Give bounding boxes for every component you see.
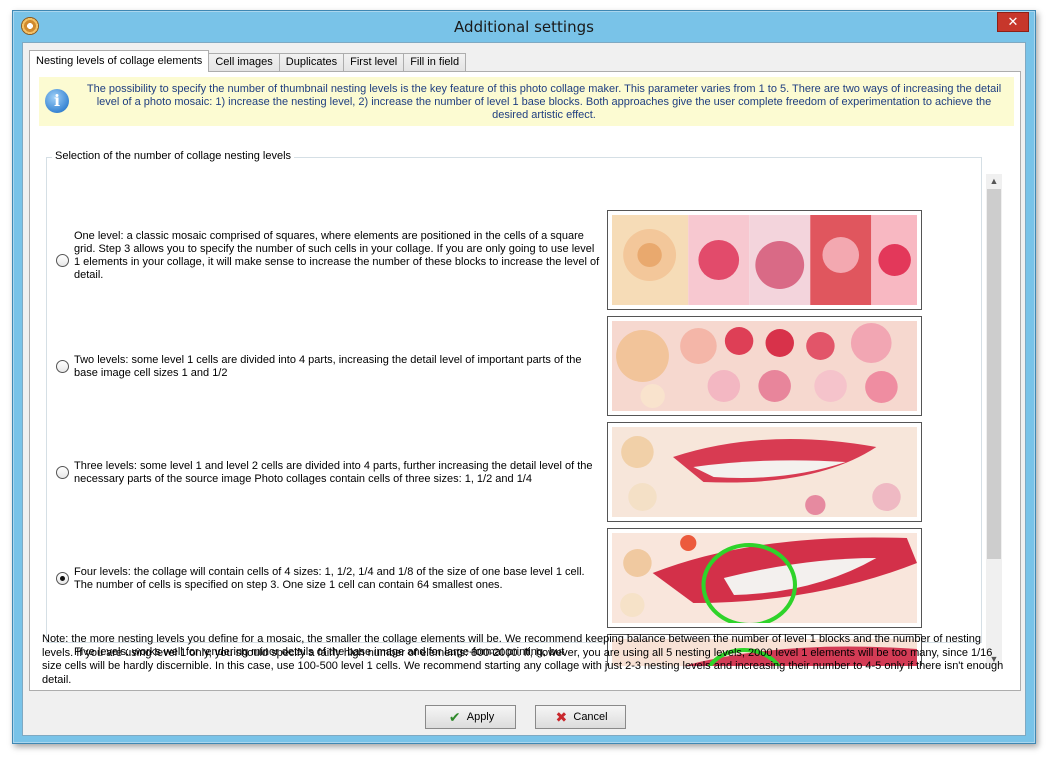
tab-panel: i The possibility to specify the number … — [29, 71, 1021, 691]
option-text: Two levels: some level 1 cells are divid… — [74, 354, 582, 379]
tab-strip: Nesting levels of collage elements Cell … — [29, 50, 467, 72]
info-icon: i — [45, 89, 69, 113]
option-three-levels: Three levels: some level 1 and level 2 c… — [46, 422, 946, 522]
title-bar[interactable]: Additional settings ✕ — [13, 11, 1035, 43]
option-text: Three levels: some level 1 and level 2 c… — [74, 460, 593, 485]
cancel-button[interactable]: ✖ Cancel — [535, 705, 626, 729]
close-button[interactable]: ✕ — [997, 12, 1029, 32]
mosaic-image — [612, 533, 917, 627]
cancel-label: Cancel — [573, 711, 608, 723]
dialog-body: Nesting levels of collage elements Cell … — [22, 42, 1026, 736]
tab-duplicates[interactable]: Duplicates — [278, 53, 345, 72]
info-text: The possibility to specify the number of… — [86, 83, 1002, 121]
options-list: One level: a classic mosaic comprised of… — [46, 174, 982, 666]
options-scrollbar[interactable]: ▲ ▼ — [986, 174, 1002, 666]
radio-three-levels[interactable] — [56, 466, 69, 479]
dialog-window: Additional settings ✕ Nesting levels of … — [12, 10, 1036, 744]
cancel-x-icon: ✖ — [555, 709, 568, 726]
mosaic-image — [612, 427, 917, 517]
thumbnail-one-level — [607, 210, 922, 310]
group-title: Selection of the number of collage nesti… — [52, 150, 295, 162]
option-text: Four levels: the collage will contain ce… — [74, 566, 585, 591]
radio-four-levels[interactable] — [56, 572, 69, 585]
radio-one-level[interactable] — [56, 254, 69, 267]
window-title: Additional settings — [454, 18, 594, 36]
thumbnail-three-levels — [607, 422, 922, 522]
thumbnail-two-levels — [607, 316, 922, 416]
tab-nesting-levels[interactable]: Nesting levels of collage elements — [29, 50, 210, 72]
tab-first-level[interactable]: First level — [343, 53, 405, 72]
tab-fill-in-field[interactable]: Fill in field — [403, 53, 467, 72]
thumbnail-four-levels — [607, 528, 922, 628]
option-two-levels: Two levels: some level 1 cells are divid… — [46, 316, 946, 416]
info-banner: i The possibility to specify the number … — [39, 77, 1014, 126]
radio-two-levels[interactable] — [56, 360, 69, 373]
mosaic-image — [612, 215, 917, 305]
tab-cell-images[interactable]: Cell images — [208, 53, 280, 72]
note-text: Note: the more nesting levels you define… — [42, 633, 1004, 686]
mosaic-image — [612, 321, 917, 411]
option-text: One level: a classic mosaic comprised of… — [74, 230, 600, 281]
option-one-level: One level: a classic mosaic comprised of… — [46, 210, 946, 310]
apply-button[interactable]: ✔ Apply — [425, 705, 516, 729]
scroll-thumb[interactable] — [987, 189, 1001, 559]
apply-label: Apply — [466, 711, 495, 723]
check-icon: ✔ — [448, 709, 461, 726]
option-four-levels: Four levels: the collage will contain ce… — [46, 528, 946, 628]
scroll-up-arrow-icon[interactable]: ▲ — [986, 174, 1002, 188]
